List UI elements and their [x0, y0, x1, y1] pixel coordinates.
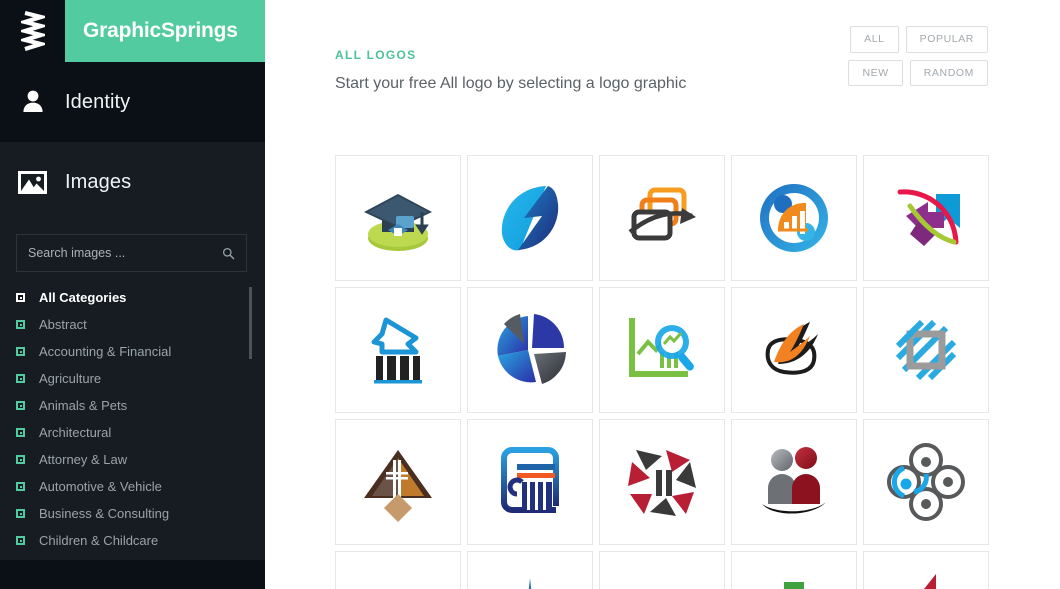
- brand-header: GraphicSprings: [0, 0, 265, 62]
- logo-tile-blue-gray-octagon[interactable]: [863, 287, 989, 413]
- logo-tile-blue-lightning-bolt[interactable]: [467, 155, 593, 281]
- bullet-icon: [16, 293, 25, 302]
- logo-tile-orange-folders-arrow[interactable]: [599, 155, 725, 281]
- filter-random-button[interactable]: RANDOM: [909, 59, 988, 86]
- category-list-scrollbar[interactable]: [249, 287, 252, 359]
- logo-tile-partial-3[interactable]: [599, 551, 725, 589]
- category-label: Automotive & Vehicle: [39, 479, 162, 494]
- category-item-children-childcare[interactable]: Children & Childcare: [16, 527, 265, 554]
- sidebar-item-identity-label: Identity: [65, 90, 131, 113]
- sidebar-item-images-label: Images: [65, 170, 132, 193]
- filter-button-group: ALL POPULAR NEW RANDOM: [798, 26, 988, 86]
- logo-tile-network-clover[interactable]: [863, 419, 989, 545]
- category-label: Animals & Pets: [39, 398, 128, 413]
- filter-new-button[interactable]: NEW: [848, 59, 903, 86]
- logo-tile-globe-bar-chart[interactable]: [731, 155, 857, 281]
- logo-tile-partial-green-mark[interactable]: [731, 551, 857, 589]
- logo-grid: [335, 155, 990, 589]
- category-label: Attorney & Law: [39, 452, 128, 467]
- category-label: Abstract: [39, 317, 87, 332]
- logo-tile-partial-blue-spire[interactable]: [467, 551, 593, 589]
- sidebar-footer: [0, 560, 265, 589]
- category-label: Accounting & Financial: [39, 344, 172, 359]
- sidebar-item-images[interactable]: Images: [0, 142, 265, 222]
- category-label: Architectural: [39, 425, 112, 440]
- bullet-icon: [16, 428, 25, 437]
- search-input[interactable]: [17, 246, 222, 260]
- logo-tile-orange-black-swoosh[interactable]: [731, 287, 857, 413]
- logo-tile-brown-triangle-column[interactable]: [335, 419, 461, 545]
- category-label: Children & Childcare: [39, 533, 159, 548]
- bullet-icon: [16, 536, 25, 545]
- filter-all-button[interactable]: ALL: [850, 26, 899, 53]
- app-root: GraphicSprings Identity Images Search im…: [0, 0, 1060, 589]
- category-item-agriculture[interactable]: Agriculture: [16, 365, 265, 392]
- logo-tile-partial-red-mark[interactable]: [863, 551, 989, 589]
- sidebar-item-identity[interactable]: Identity: [0, 62, 265, 142]
- logo-tile-blue-orange-pillar[interactable]: [467, 419, 593, 545]
- filter-popular-button[interactable]: POPULAR: [905, 26, 988, 53]
- search-container: [0, 222, 265, 272]
- search-box[interactable]: [16, 234, 247, 272]
- category-label: Agriculture: [39, 371, 102, 386]
- logo-tile-graduation-cap[interactable]: [335, 155, 461, 281]
- category-item-automotive-vehicle[interactable]: Automotive & Vehicle: [16, 473, 265, 500]
- bullet-icon: [16, 320, 25, 329]
- logo-tile-chess-knight[interactable]: [335, 287, 461, 413]
- bullet-icon: [16, 509, 25, 518]
- category-item-animals-pets[interactable]: Animals & Pets: [16, 392, 265, 419]
- category-item-business-consulting[interactable]: Business & Consulting: [16, 500, 265, 527]
- bullet-icon: [16, 401, 25, 410]
- category-item-all-categories[interactable]: All Categories: [16, 284, 265, 311]
- category-label: Business & Consulting: [39, 506, 170, 521]
- bullet-icon: [16, 482, 25, 491]
- logo-tile-partial-1[interactable]: [335, 551, 461, 589]
- person-icon: [0, 89, 65, 115]
- spring-zigzag-icon[interactable]: [0, 0, 65, 62]
- logo-tile-two-people[interactable]: [731, 419, 857, 545]
- image-icon: [0, 170, 65, 194]
- logo-tile-red-black-shards[interactable]: [599, 419, 725, 545]
- bullet-icon: [16, 455, 25, 464]
- category-item-accounting-financial[interactable]: Accounting & Financial: [16, 338, 265, 365]
- bullet-icon: [16, 347, 25, 356]
- brand-name: GraphicSprings: [83, 19, 238, 42]
- sidebar: GraphicSprings Identity Images Search im…: [0, 0, 265, 589]
- bullet-icon: [16, 374, 25, 383]
- logo-tile-chart-magnifier[interactable]: [599, 287, 725, 413]
- category-item-attorney-law[interactable]: Attorney & Law: [16, 446, 265, 473]
- category-item-abstract[interactable]: Abstract: [16, 311, 265, 338]
- logo-tile-exploded-pie-chart[interactable]: [467, 287, 593, 413]
- category-label: All Categories: [39, 290, 127, 305]
- category-item-architectural[interactable]: Architectural: [16, 419, 265, 446]
- category-list[interactable]: All Categories Abstract Accounting & Fin…: [0, 284, 265, 571]
- logo-tile-colorful-arrows-swoosh[interactable]: [863, 155, 989, 281]
- search-icon[interactable]: [222, 247, 246, 260]
- brand-block[interactable]: GraphicSprings: [65, 0, 265, 62]
- main-panel: ALL LOGOS Start your free All logo by se…: [265, 0, 1060, 589]
